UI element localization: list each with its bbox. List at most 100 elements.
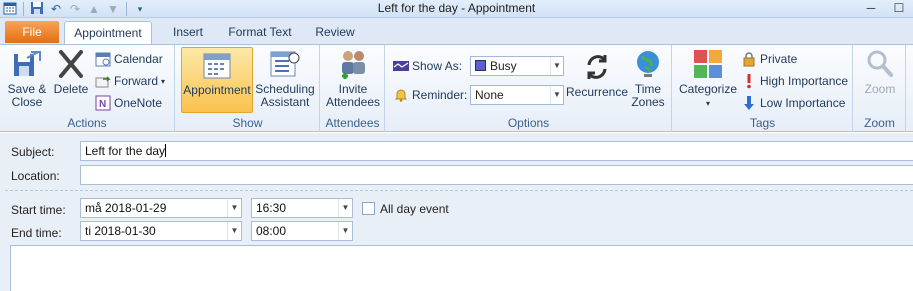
- minimize-button[interactable]: ─: [857, 0, 885, 18]
- delete-label: Delete: [53, 82, 89, 96]
- recurrence-button[interactable]: Recurrence: [566, 51, 628, 99]
- forward-icon: [95, 76, 111, 88]
- actions-group-label: Actions: [67, 116, 107, 130]
- start-time-picker[interactable]: 16:30 ▼: [251, 198, 353, 218]
- forward-dropdown-icon: ▾: [161, 76, 166, 86]
- show-group-label: Show: [232, 116, 263, 130]
- calendar-label: Calendar: [114, 52, 163, 66]
- ribbon-tabs: File Appointment Insert Format Text Revi…: [0, 18, 913, 44]
- show-as-icon: [393, 61, 409, 71]
- group-attendees: Invite Attendees Attendees: [321, 45, 385, 132]
- group-show: Appointment Scheduling Assistant Show: [176, 45, 320, 132]
- start-date-value: må 2018-01-29: [85, 201, 167, 215]
- show-as-label: Show As:: [412, 59, 463, 73]
- start-time-value: 16:30: [256, 201, 287, 215]
- reminder-label: Reminder:: [412, 88, 468, 102]
- tab-file[interactable]: File: [5, 21, 59, 43]
- group-tags: Categorize ▾ Private High Importance Low…: [673, 45, 853, 132]
- save-close-label-1: Save &: [7, 82, 47, 96]
- svg-text:N: N: [99, 99, 106, 110]
- bell-icon: [394, 89, 408, 102]
- high-importance-label: High Importance: [760, 74, 849, 88]
- busy-color-swatch: [475, 60, 486, 71]
- delete-button[interactable]: Delete: [52, 48, 90, 96]
- reminder-label-row: Reminder:: [393, 86, 467, 104]
- tab-format-text[interactable]: Format Text: [222, 21, 298, 44]
- tab-appointment[interactable]: Appointment: [64, 21, 152, 44]
- private-label: Private: [760, 52, 798, 66]
- start-time-dropdown-icon: ▼: [338, 199, 352, 217]
- subject-value: Left for the day: [85, 144, 166, 158]
- recurrence-icon: [587, 55, 607, 79]
- show-as-label-row: Show As:: [393, 57, 462, 75]
- start-time-label: Start time:: [11, 203, 66, 217]
- reminder-dropdown-arrow-icon: ▼: [550, 86, 563, 104]
- low-importance-button[interactable]: Low Importance: [741, 94, 845, 112]
- appointment-icon: [203, 53, 231, 79]
- time-zones-button[interactable]: Time Zones: [630, 48, 666, 109]
- delete-icon: [59, 50, 83, 78]
- group-zoom: Zoom Zoom: [854, 45, 906, 132]
- start-date-picker[interactable]: må 2018-01-29 ▼: [80, 198, 242, 218]
- time-zones-label-2: Zones: [631, 95, 665, 109]
- notes-body-editor[interactable]: [10, 245, 913, 291]
- subject-field[interactable]: Left for the day: [80, 141, 913, 161]
- private-button[interactable]: Private: [741, 50, 797, 68]
- invite-attendees-icon: [342, 51, 365, 79]
- globe-icon: [637, 51, 659, 77]
- appointment-button[interactable]: Appointment: [181, 47, 253, 113]
- reminder-dropdown[interactable]: None ▼: [470, 85, 564, 105]
- save-close-icon: [14, 51, 41, 76]
- end-time-picker[interactable]: 08:00 ▼: [251, 221, 353, 241]
- categorize-dropdown-icon: ▾: [705, 99, 710, 108]
- categorize-label: Categorize: [678, 82, 738, 96]
- end-time-dropdown-icon: ▼: [338, 222, 352, 240]
- start-date-dropdown-icon: ▼: [227, 199, 241, 217]
- recurrence-label: Recurrence: [566, 85, 629, 99]
- calendar-small-icon: [95, 52, 111, 67]
- high-importance-icon: [747, 74, 751, 89]
- onenote-icon: N: [95, 95, 111, 111]
- onenote-label: OneNote: [114, 96, 163, 110]
- tab-review[interactable]: Review: [306, 21, 364, 44]
- appointment-label: Appointment: [183, 83, 251, 97]
- save-close-button[interactable]: Save & Close: [4, 48, 50, 109]
- low-importance-icon: [744, 96, 754, 110]
- all-day-label[interactable]: All day event: [380, 202, 449, 216]
- categorize-icon: [694, 50, 722, 78]
- scheduling-label-1: Scheduling: [255, 82, 315, 96]
- location-label: Location:: [11, 169, 60, 183]
- forward-button[interactable]: Forward ▾: [95, 72, 165, 90]
- end-date-picker[interactable]: ti 2018-01-30 ▼: [80, 221, 242, 241]
- options-group-label: Options: [507, 116, 550, 130]
- time-zones-label-1: Time: [634, 82, 662, 96]
- all-day-checkbox[interactable]: [362, 202, 375, 215]
- reminder-value: None: [475, 88, 504, 102]
- calendar-button[interactable]: Calendar: [95, 50, 163, 68]
- save-close-label-2: Close: [11, 95, 43, 109]
- attendees-group-label: Attendees: [325, 116, 380, 130]
- onenote-button[interactable]: N OneNote: [95, 94, 162, 112]
- window-title: Left for the day - Appointment: [377, 1, 536, 15]
- end-time-value: 08:00: [256, 224, 287, 238]
- invite-attendees-button[interactable]: Invite Attendees: [323, 48, 383, 109]
- form-divider: [5, 190, 913, 191]
- high-importance-button[interactable]: High Importance: [741, 72, 848, 90]
- location-field[interactable]: [80, 165, 913, 185]
- end-date-value: ti 2018-01-30: [85, 224, 156, 238]
- maximize-button[interactable]: ☐: [885, 0, 913, 18]
- end-date-dropdown-icon: ▼: [227, 222, 241, 240]
- scheduling-assistant-button[interactable]: Scheduling Assistant: [254, 48, 316, 109]
- zoom-button[interactable]: Zoom: [856, 48, 904, 96]
- group-actions: Save & Close Delete Calendar Forward ▾ N…: [0, 45, 175, 132]
- tags-group-label: Tags: [749, 116, 776, 130]
- show-as-dropdown[interactable]: Busy ▼: [470, 56, 564, 76]
- low-importance-label: Low Importance: [760, 96, 846, 110]
- categorize-button[interactable]: Categorize ▾: [677, 48, 739, 110]
- invite-label-2: Attendees: [325, 95, 381, 109]
- magnifier-icon: [867, 50, 893, 77]
- window-controls: ─ ☐: [857, 0, 913, 18]
- text-cursor: [165, 144, 167, 157]
- tab-insert[interactable]: Insert: [160, 21, 216, 44]
- lock-icon: [743, 52, 755, 67]
